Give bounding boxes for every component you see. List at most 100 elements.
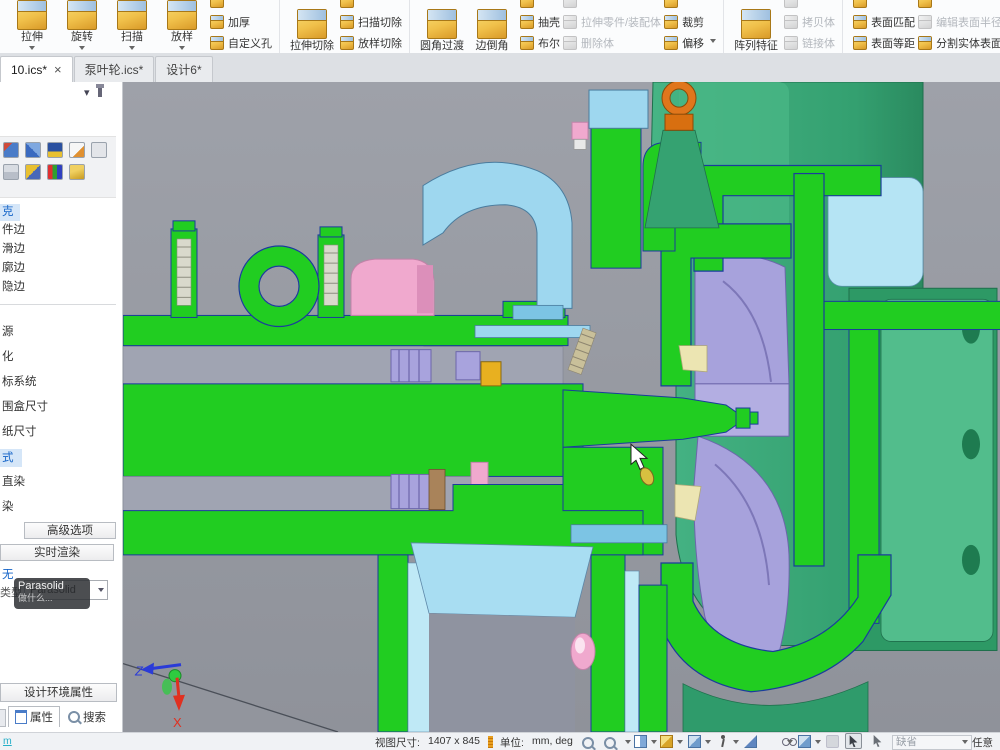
tab-10ics[interactable]: 10.ics*× [0, 56, 73, 82]
chamfer-button[interactable]: 边倒角 [467, 0, 517, 53]
property-item[interactable]: 化 [0, 345, 116, 370]
display-cube-icon[interactable] [798, 735, 811, 748]
selection-filter-value[interactable]: 任意 [972, 735, 993, 750]
property-item[interactable]: 标系统 [0, 370, 116, 395]
chevron-down-icon[interactable] [625, 740, 631, 747]
property-item[interactable]: 式 [0, 449, 22, 467]
gear-icon[interactable] [25, 164, 41, 180]
chevron-down-icon[interactable] [677, 740, 683, 747]
tree-item[interactable]: 克 [0, 204, 20, 221]
main-area: ▾ 克 件边 [0, 82, 1000, 732]
stud-bolt [318, 227, 344, 318]
offset-label: 偏移 [682, 35, 704, 51]
zoom-out-icon[interactable] [604, 737, 616, 749]
clipped-icon [340, 0, 354, 8]
fillet-button[interactable]: 圆角过渡 [417, 0, 467, 53]
walk-mode-icon[interactable] [716, 735, 729, 748]
fan-icon[interactable] [25, 142, 41, 158]
property-item[interactable]: 源 [0, 320, 116, 345]
property-list: 源 化 标系统 围盒尺寸 纸尺寸 式 直染 染 [0, 320, 116, 520]
clipped-toolbar-button[interactable] [918, 0, 1000, 11]
close-icon[interactable]: × [54, 65, 62, 75]
pattern-feature-button[interactable]: 阵列特征 [731, 0, 781, 53]
chevron-down-icon[interactable] [787, 740, 793, 747]
clipped-toolbar-button[interactable] [853, 0, 915, 11]
clipped-icon [664, 0, 678, 8]
realtime-render-button[interactable]: 实时渲染 [0, 544, 114, 561]
loft-button[interactable]: 放样 [157, 0, 207, 53]
advanced-options-button[interactable]: 高级选项 [24, 522, 116, 539]
pattern-feature-label: 阵列特征 [734, 40, 778, 53]
chevron-down-icon[interactable] [705, 740, 711, 747]
sweep-cut-button[interactable]: 扫描切除 [340, 11, 402, 32]
property-item[interactable]: 纸尺寸 [0, 420, 116, 445]
extrude-button[interactable]: 拉伸 [7, 0, 57, 53]
clipped-toolbar-button[interactable] [520, 0, 560, 11]
pin-icon[interactable] [98, 88, 102, 97]
revolve-button[interactable]: 旋转 [57, 0, 107, 53]
boolean-button[interactable]: 布尔 [520, 32, 560, 53]
custom-hole-button[interactable]: 自定义孔 [210, 32, 272, 53]
tab-search[interactable]: 搜索 [62, 707, 112, 727]
caption-kernel: Parasolid [18, 580, 86, 593]
flange-hole [962, 545, 980, 575]
revolve-label: 旋转 [71, 31, 93, 44]
tab-design6[interactable]: 设计6* [155, 56, 212, 82]
split-solid-surface-button[interactable]: 分割实体表面 [918, 32, 1000, 53]
search-icon [68, 711, 80, 723]
chevron-down-icon[interactable] [733, 740, 739, 747]
badge-icon[interactable] [47, 142, 63, 158]
surface-match-button[interactable]: 表面匹配 [853, 11, 915, 32]
cursor-alt-icon[interactable] [872, 735, 883, 747]
chevron-down-icon[interactable] [651, 740, 657, 747]
offset-button[interactable]: 偏移 [664, 32, 716, 53]
thicken-label: 加厚 [228, 14, 250, 30]
viewport-3d[interactable]: Z X [123, 82, 1000, 732]
chevron-down-icon[interactable]: ▾ [84, 86, 90, 99]
globe-icon[interactable] [3, 142, 19, 158]
thicken-button[interactable]: 加厚 [210, 11, 272, 32]
axes-icon[interactable] [47, 164, 63, 180]
zoom-in-icon[interactable] [582, 737, 594, 749]
loft-cut-button[interactable]: 放样切除 [340, 32, 402, 53]
clipped-toolbar-button[interactable] [210, 0, 272, 11]
tree-item[interactable]: 滑边 [0, 240, 116, 259]
chevron-down-icon[interactable] [815, 740, 821, 747]
view-cube-icon[interactable] [688, 735, 701, 748]
loft-cut-label: 放样切除 [358, 35, 402, 51]
grid-icon[interactable] [3, 164, 19, 180]
clipped-toolbar-button[interactable] [664, 0, 716, 11]
tree-item[interactable]: 廓边 [0, 259, 116, 278]
trim-button[interactable]: 裁剪 [664, 11, 716, 32]
part-icon[interactable] [69, 164, 85, 180]
loft-label: 放样 [171, 31, 193, 44]
clipped-tab[interactable] [0, 709, 6, 727]
extrude-label: 拉伸 [21, 31, 43, 44]
tab-pump-impeller[interactable]: 泵叶轮.ics* [74, 56, 155, 82]
extrude-cut-icon [297, 9, 327, 39]
property-item[interactable]: 围盒尺寸 [0, 395, 116, 420]
view-book-icon[interactable] [634, 735, 647, 748]
tree-item[interactable]: 隐边 [0, 278, 116, 297]
clipped-toolbar-button[interactable] [340, 0, 402, 11]
property-item[interactable]: 直染 [0, 470, 116, 495]
sweep-button[interactable]: 扫描 [107, 0, 157, 53]
tree-item[interactable]: 件边 [0, 221, 116, 240]
tab-properties[interactable]: 属性 [8, 706, 60, 727]
design-env-properties-button[interactable]: 设计环境属性 [0, 683, 117, 702]
wedge-icon[interactable] [744, 735, 757, 748]
shell-button[interactable]: 抽壳 [520, 11, 560, 32]
shell-stack: 抽壳 布尔 [520, 0, 560, 53]
render-mode-cube-icon[interactable] [660, 735, 673, 748]
split-solid-surface-label: 分割实体表面 [936, 35, 1000, 51]
select-cursor-button[interactable] [845, 733, 862, 749]
clipped-icon [918, 0, 932, 8]
extrude-cut-button[interactable]: 拉伸切除 [287, 0, 337, 53]
edit-icon[interactable] [69, 142, 85, 158]
property-item[interactable]: 染 [0, 495, 116, 520]
extrude-part-assembly-label: 拉伸零件/装配体 [581, 14, 661, 30]
surface-offset-button[interactable]: 表面等距 [853, 32, 915, 53]
panel-icon[interactable] [91, 142, 107, 158]
link-fragment[interactable]: m [3, 735, 12, 747]
sweep-icon [117, 0, 147, 30]
